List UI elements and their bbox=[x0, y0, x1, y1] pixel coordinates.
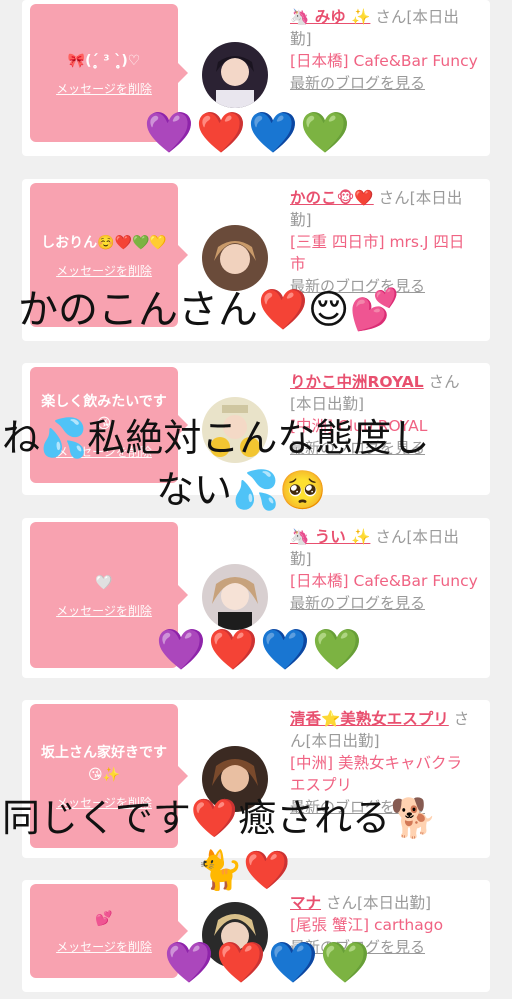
green-heart-icon: 💚 bbox=[312, 627, 362, 673]
message-text: 🎀(ˊ̥̥̥̥̥ ³ ˋ̥̥̥̥̥)♡ bbox=[67, 52, 141, 69]
delete-message-link[interactable]: メッセージを削除 bbox=[56, 262, 152, 279]
green-heart-icon: 💚 bbox=[300, 110, 350, 156]
message-bubble: 💕 メッセージを削除 bbox=[30, 884, 188, 978]
heart-sticker-row: 💜 ❤️ 💙 💚 bbox=[156, 627, 364, 673]
delete-message-link[interactable]: メッセージを削除 bbox=[56, 602, 152, 619]
heart-sticker-row: 💜 ❤️ 💙 💚 bbox=[164, 940, 372, 986]
shop-name: [日本橋] Cafe&Bar Funcy bbox=[290, 52, 478, 70]
cast-name-link[interactable]: 🦄 うい ✨ bbox=[290, 528, 370, 546]
message-text: しおりん☺️❤️💚💛 bbox=[41, 234, 167, 251]
cast-name-link[interactable]: 🦄 みゆ ✨ bbox=[290, 8, 370, 26]
cast-name-link[interactable]: りかこ中洲ROYAL bbox=[290, 373, 424, 391]
red-heart-icon: ❤️ bbox=[196, 110, 246, 156]
blue-heart-icon: 💙 bbox=[268, 940, 318, 986]
shop-name: [中洲] 美熟女キャバクラ エスプリ bbox=[290, 754, 463, 794]
overlay-caption-line: 同じくです❤️癒される🐕 bbox=[2, 796, 438, 840]
overlay-caption-line: 🐈❤️ bbox=[196, 848, 291, 892]
message-text: 🤍 bbox=[95, 574, 113, 591]
avatar[interactable] bbox=[202, 225, 268, 291]
overlay-caption-line: ない💦🥺 bbox=[156, 468, 327, 512]
cast-status: さん[本日出勤] bbox=[325, 894, 432, 912]
cast-name-link[interactable]: 清香⭐美熟女エスプリ bbox=[290, 710, 449, 728]
shop-name: [日本橋] Cafe&Bar Funcy bbox=[290, 572, 478, 590]
cast-name-link[interactable]: マナ bbox=[290, 894, 321, 912]
avatar[interactable] bbox=[202, 42, 268, 108]
purple-heart-icon: 💜 bbox=[144, 110, 194, 156]
cast-name-link[interactable]: かのこ🐵❤️ bbox=[290, 189, 374, 207]
red-heart-icon: ❤️ bbox=[208, 627, 258, 673]
heart-sticker-row: 💜 ❤️ 💙 💚 bbox=[144, 110, 352, 156]
delete-message-link[interactable]: メッセージを削除 bbox=[56, 938, 152, 955]
latest-blog-link[interactable]: 最新のブログを見る bbox=[290, 594, 425, 612]
red-heart-icon: ❤️ bbox=[216, 940, 266, 986]
overlay-caption-line: ね💦私絶対こんな態度し bbox=[2, 416, 430, 460]
blue-heart-icon: 💙 bbox=[260, 627, 310, 673]
shop-name: [尾張 蟹江] carthago bbox=[290, 916, 444, 934]
green-heart-icon: 💚 bbox=[320, 940, 370, 986]
purple-heart-icon: 💜 bbox=[164, 940, 214, 986]
message-text: 💕 bbox=[95, 910, 113, 927]
latest-blog-link[interactable]: 最新のブログを見る bbox=[290, 74, 425, 92]
overlay-caption-line: かのこんさん❤️😌💕 bbox=[18, 287, 400, 333]
blue-heart-icon: 💙 bbox=[248, 110, 298, 156]
shop-name: [三重 四日市] mrs.J 四日市 bbox=[290, 233, 465, 273]
delete-message-link[interactable]: メッセージを削除 bbox=[56, 80, 152, 97]
purple-heart-icon: 💜 bbox=[156, 627, 206, 673]
cast-info: 🦄 みゆ ✨ さん[本日出勤] [日本橋] Cafe&Bar Funcy 最新の… bbox=[290, 6, 478, 94]
cast-info: 🦄 うい ✨ さん[本日出勤] [日本橋] Cafe&Bar Funcy 最新の… bbox=[290, 526, 478, 614]
avatar[interactable] bbox=[202, 564, 268, 630]
cast-info: かのこ🐵❤️ さん[本日出勤] [三重 四日市] mrs.J 四日市 最新のブロ… bbox=[290, 187, 478, 297]
message-text: 坂上さん家好きです😘✨ bbox=[41, 744, 167, 783]
